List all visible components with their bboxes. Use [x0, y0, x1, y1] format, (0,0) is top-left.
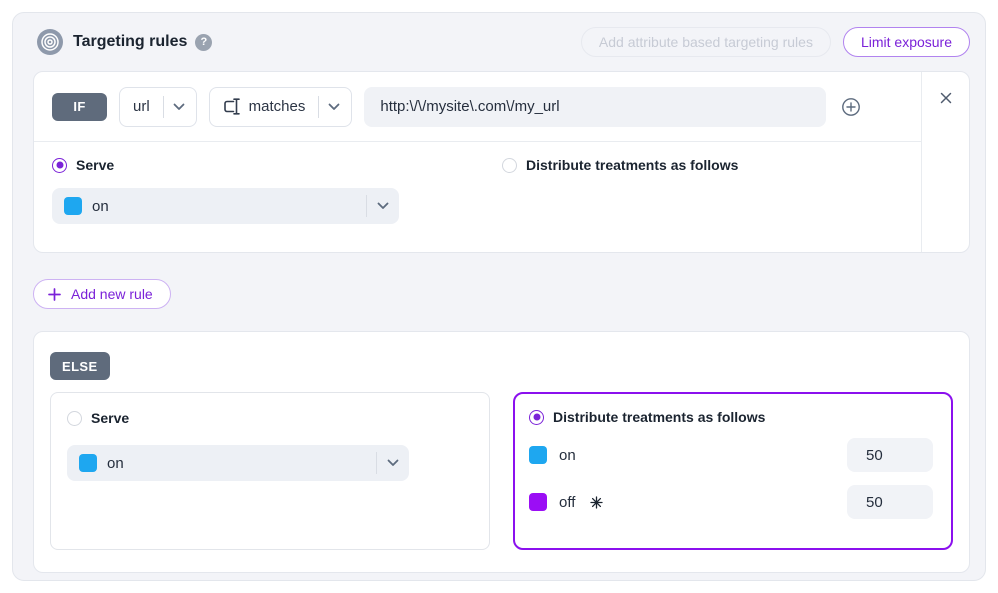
radio-unselected-icon[interactable]: [67, 411, 82, 426]
close-icon: [940, 92, 952, 104]
delete-rule-button[interactable]: [921, 72, 969, 252]
else-serve-card: Serve on: [50, 392, 490, 550]
distribute-radio-option[interactable]: Distribute treatments as follows: [529, 409, 765, 425]
plus-icon: [48, 288, 61, 301]
add-new-rule-label: Add new rule: [71, 286, 153, 302]
distribute-radio-label: Distribute treatments as follows: [526, 157, 738, 173]
distribution-row-on: on: [529, 438, 933, 472]
matcher-select[interactable]: matches: [209, 87, 353, 127]
select-divider: [318, 96, 319, 118]
percentage-input-on[interactable]: [847, 438, 933, 472]
treatment-select-value: on: [107, 455, 124, 472]
serve-radio-option[interactable]: Serve: [52, 157, 502, 173]
matcher-select-value: matches: [249, 98, 306, 115]
if-badge: IF: [52, 93, 107, 121]
distribute-radio-label: Distribute treatments as follows: [553, 409, 765, 425]
default-rule-body: Serve on: [50, 392, 953, 550]
rule-main: IF url matches: [34, 72, 921, 252]
rule-condition-row: IF url matches: [34, 72, 921, 142]
serve-radio-option[interactable]: Serve: [67, 410, 129, 426]
treatment-select-controls: [376, 452, 399, 474]
targeting-rule-card: IF url matches: [33, 71, 970, 253]
targeting-rules-panel: Targeting rules ? Add attribute based ta…: [12, 12, 986, 581]
serve-radio-label: Serve: [76, 157, 114, 173]
add-attribute-rules-button: Add attribute based targeting rules: [581, 27, 831, 57]
select-divider: [163, 96, 164, 118]
add-new-rule-button[interactable]: Add new rule: [33, 279, 171, 309]
else-distribute-card: Distribute treatments as follows on off: [513, 392, 953, 550]
treatment-on-swatch: [64, 197, 82, 215]
chevron-down-icon: [377, 202, 389, 210]
treatment-on-swatch: [529, 446, 547, 464]
help-icon[interactable]: ?: [195, 34, 212, 51]
default-treatment-icon: [590, 496, 603, 509]
chevron-down-icon: [173, 103, 185, 111]
treatment-select[interactable]: on: [52, 188, 399, 224]
else-distribute-option: Distribute treatments as follows: [529, 409, 933, 425]
treatment-select-value: on: [92, 198, 109, 215]
else-serve-option: Serve: [67, 410, 473, 426]
limit-exposure-button[interactable]: Limit exposure: [843, 27, 970, 57]
select-divider: [366, 195, 367, 217]
distribute-radio-option[interactable]: Distribute treatments as follows: [502, 157, 738, 173]
treatment-off-swatch: [529, 493, 547, 511]
else-badge: ELSE: [50, 352, 110, 380]
string-matcher-icon: [223, 98, 241, 115]
chevron-down-icon: [387, 459, 399, 467]
attribute-select[interactable]: url: [119, 87, 197, 127]
chevron-down-icon: [328, 103, 340, 111]
radio-unselected-icon[interactable]: [502, 158, 517, 173]
treatment-on-swatch: [79, 454, 97, 472]
default-rule-card: ELSE Serve on: [33, 331, 970, 573]
rule-serve-area: Serve Distribute treatments as follows o…: [34, 142, 921, 239]
treatment-name: off: [559, 494, 575, 511]
select-divider: [376, 452, 377, 474]
percentage-input-off[interactable]: [847, 485, 933, 519]
treatment-select[interactable]: on: [67, 445, 409, 481]
panel-header: Targeting rules ? Add attribute based ta…: [13, 13, 985, 71]
serve-radio-label: Serve: [91, 410, 129, 426]
distribution-row-off: off: [529, 485, 933, 519]
attribute-select-value: url: [133, 98, 150, 115]
targeting-rules-icon: [37, 29, 63, 55]
match-value-input[interactable]: [364, 87, 826, 127]
add-value-icon[interactable]: [841, 97, 861, 117]
page-title: Targeting rules: [73, 33, 187, 51]
radio-selected-icon[interactable]: [52, 158, 67, 173]
treatment-select-controls: [366, 195, 389, 217]
serve-mode-options: Serve Distribute treatments as follows: [52, 157, 903, 173]
radio-selected-icon[interactable]: [529, 410, 544, 425]
treatment-name: on: [559, 447, 576, 464]
